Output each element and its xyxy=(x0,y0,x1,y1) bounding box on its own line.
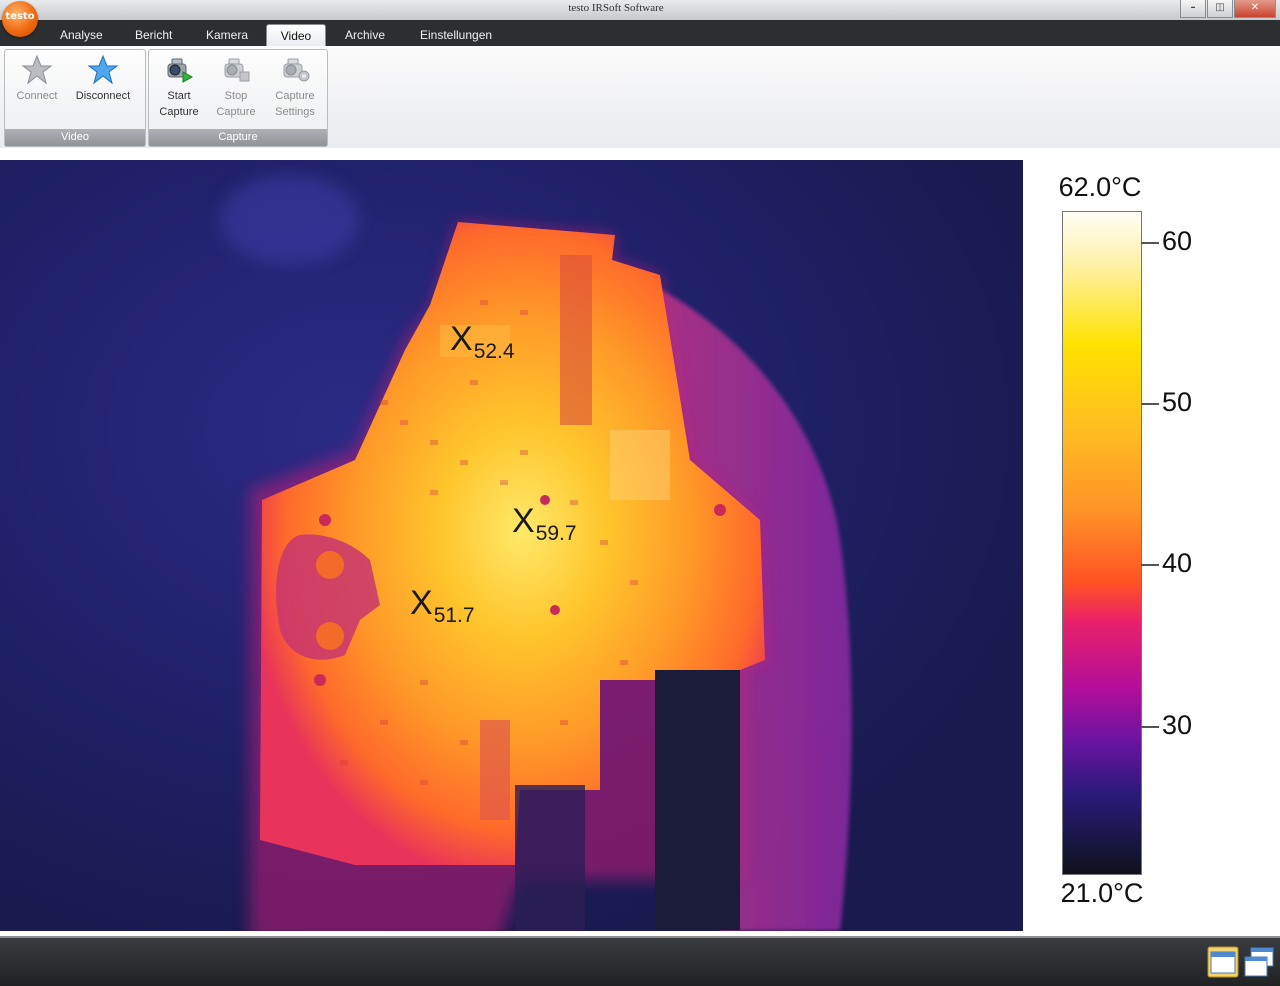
scale-tick-label: 30 xyxy=(1162,710,1193,740)
logo-text: testo xyxy=(5,11,35,22)
ribbon: Connect Disconnect Video Start Capture S… xyxy=(0,46,1280,149)
stop-capture-button[interactable]: Stop Capture xyxy=(210,54,262,120)
ribbon-tab-bar: Analyse Bericht Kamera Video Archive Ein… xyxy=(0,20,1280,47)
tab-einstellungen[interactable]: Einstellungen xyxy=(420,24,500,46)
measure-point-marker[interactable]: X51.7 xyxy=(410,584,475,627)
scale-min-label: 21.0°C xyxy=(1060,878,1144,908)
color-scale-bar xyxy=(1062,211,1142,875)
scale-tick-label: 60 xyxy=(1162,226,1193,256)
status-bar xyxy=(0,936,1280,986)
scale-tick xyxy=(1141,726,1159,728)
tab-archive[interactable]: Archive xyxy=(345,24,395,46)
capture-settings-button[interactable]: Capture Settings xyxy=(267,54,323,120)
title-bar: testo IRSoft Software – ◫ ✕ xyxy=(0,0,1280,20)
camera-play-icon xyxy=(167,58,194,83)
window-icon[interactable] xyxy=(1207,946,1239,978)
minimize-button[interactable]: – xyxy=(1180,0,1206,18)
tab-kamera[interactable]: Kamera xyxy=(206,24,256,46)
thermal-scene xyxy=(0,160,1023,931)
capture-group: Start Capture Stop Capture Capture Setti… xyxy=(148,49,328,147)
measure-point-marker[interactable]: X52.4 xyxy=(450,320,515,363)
tab-analyse[interactable]: Analyse xyxy=(60,24,110,46)
windows-cascade-icon[interactable] xyxy=(1243,946,1275,978)
restore-button[interactable]: ◫ xyxy=(1207,0,1233,18)
thermal-image[interactable]: X52.4 X59.7 X51.7 xyxy=(0,160,1023,931)
camera-settings-icon xyxy=(283,58,310,82)
close-button[interactable]: ✕ xyxy=(1234,0,1276,18)
marker-value: 59.7 xyxy=(535,522,577,545)
video-group-label: Video xyxy=(5,129,145,146)
marker-value: 51.7 xyxy=(433,604,475,627)
connect-button[interactable]: Connect xyxy=(11,54,63,104)
marker-value: 52.4 xyxy=(473,340,515,363)
scale-tick-label: 40 xyxy=(1162,548,1193,578)
window-controls: – ◫ ✕ xyxy=(1180,0,1276,18)
connect-label: Connect xyxy=(16,90,58,102)
tab-bericht[interactable]: Bericht xyxy=(135,24,185,46)
disconnect-button[interactable]: Disconnect xyxy=(71,54,135,104)
capture-settings-label: Capture Settings xyxy=(275,90,315,118)
marker-symbol: X xyxy=(410,584,433,622)
capture-group-label: Capture xyxy=(149,129,327,146)
measure-point-marker[interactable]: X59.7 xyxy=(512,502,577,545)
scale-max-label: 62.0°C xyxy=(1058,172,1142,202)
scale-tick xyxy=(1141,564,1159,566)
window-title: testo IRSoft Software xyxy=(568,2,664,14)
tab-video[interactable]: Video xyxy=(266,24,326,47)
star-blue-icon xyxy=(87,54,119,85)
start-capture-label: Start Capture xyxy=(159,90,199,118)
marker-symbol: X xyxy=(450,320,473,358)
video-group: Connect Disconnect Video xyxy=(4,49,146,147)
start-capture-button[interactable]: Start Capture xyxy=(153,54,205,120)
disconnect-label: Disconnect xyxy=(75,90,131,102)
scale-tick xyxy=(1141,242,1159,244)
camera-stop-icon xyxy=(224,58,250,82)
separator xyxy=(0,148,1280,160)
star-icon xyxy=(21,54,53,85)
scale-tick xyxy=(1141,403,1159,405)
testo-logo-icon[interactable]: testo xyxy=(2,1,38,37)
stop-capture-label: Stop Capture xyxy=(216,90,256,118)
scale-tick-label: 50 xyxy=(1162,387,1193,417)
marker-symbol: X xyxy=(512,502,535,540)
